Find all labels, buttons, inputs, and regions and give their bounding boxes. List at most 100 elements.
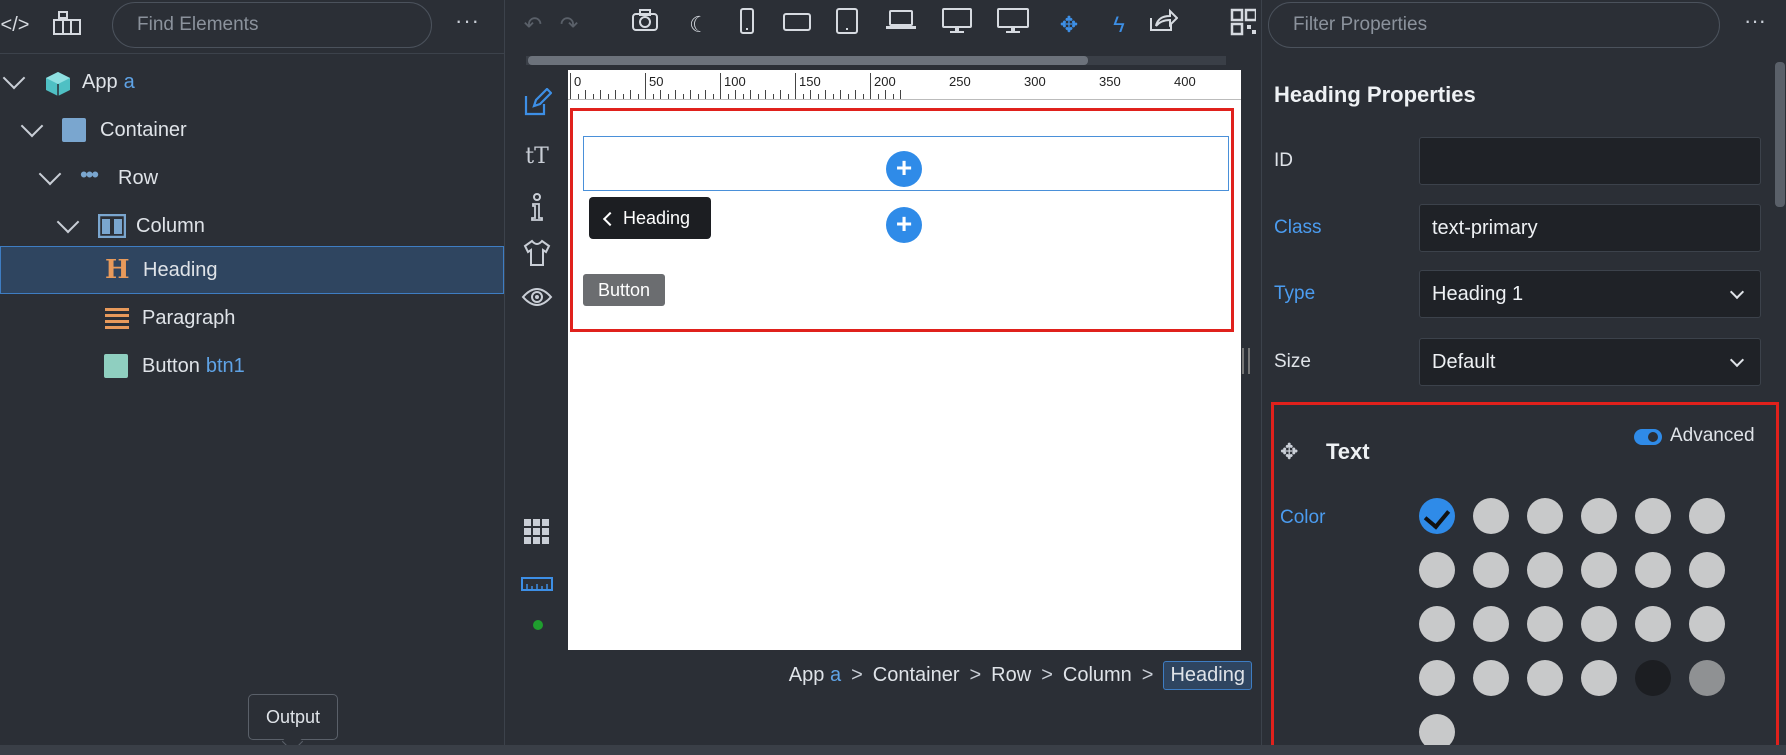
tree-item-row[interactable]: ••• Row — [0, 154, 504, 202]
horizontal-scrollbar[interactable] — [512, 53, 1260, 67]
camera-icon[interactable] — [628, 8, 662, 42]
components-icon[interactable] — [52, 10, 82, 40]
ruler-tick — [817, 94, 819, 99]
selected-container-outline[interactable]: + + Heading Button — [570, 108, 1234, 332]
canvas-button[interactable]: Button — [583, 274, 665, 306]
phone-landscape-icon[interactable] — [780, 8, 814, 42]
grid-icon[interactable] — [520, 518, 554, 552]
ruler-icon[interactable] — [520, 568, 554, 602]
color-swatch[interactable] — [1473, 660, 1509, 696]
chevron-down-icon[interactable] — [20, 114, 44, 138]
edit-icon[interactable] — [520, 87, 554, 122]
typography-icon[interactable]: tT — [520, 140, 554, 174]
redo-icon[interactable]: ↷ — [552, 8, 586, 42]
lightning-icon[interactable]: ϟ — [1102, 8, 1136, 42]
move-handle-icon[interactable]: ✥ — [1280, 439, 1298, 465]
chevron-down-icon[interactable] — [56, 210, 80, 234]
tablet-icon[interactable] — [830, 8, 864, 42]
color-swatch[interactable] — [1581, 606, 1617, 642]
color-swatch[interactable] — [1527, 606, 1563, 642]
eye-icon[interactable] — [520, 284, 554, 318]
resize-handle[interactable] — [1242, 348, 1250, 374]
output-tooltip[interactable]: Output — [248, 694, 338, 740]
color-swatch[interactable] — [1689, 552, 1725, 588]
filter-properties-input[interactable] — [1268, 2, 1720, 48]
color-swatch[interactable] — [1473, 552, 1509, 588]
chevron-down-icon — [1729, 352, 1745, 368]
bottom-scrollbar[interactable] — [0, 745, 1786, 755]
chevron-down-icon[interactable] — [2, 66, 26, 90]
ruler-tick — [825, 90, 826, 99]
size-select[interactable]: Default — [1419, 338, 1761, 386]
id-field[interactable] — [1419, 137, 1761, 185]
chevron-down-icon[interactable] — [38, 162, 62, 186]
tree-item-heading[interactable]: H Heading — [0, 246, 504, 294]
properties-scrollbar[interactable] — [1775, 62, 1785, 207]
button-icon — [104, 354, 128, 378]
class-field[interactable]: text-primary — [1419, 204, 1761, 252]
color-swatch[interactable] — [1689, 606, 1725, 642]
color-swatch[interactable] — [1689, 498, 1725, 534]
find-elements-input[interactable] — [112, 2, 432, 48]
breadcrumb-item-app[interactable]: App a — [789, 664, 841, 687]
color-swatch[interactable] — [1419, 606, 1455, 642]
phone-portrait-icon[interactable] — [730, 8, 764, 42]
tree-item-paragraph[interactable]: Paragraph — [0, 294, 504, 342]
add-element-button[interactable]: + — [886, 151, 922, 187]
tree-item-column[interactable]: Column — [0, 202, 504, 250]
qr-code-icon[interactable] — [1230, 8, 1256, 42]
color-swatch[interactable] — [1635, 606, 1671, 642]
advanced-toggle[interactable] — [1634, 429, 1662, 445]
code-icon[interactable]: </> — [0, 10, 30, 40]
color-swatch[interactable] — [1473, 606, 1509, 642]
more-options-icon[interactable]: ··· — [1744, 8, 1766, 34]
color-swatch[interactable] — [1527, 552, 1563, 588]
type-label[interactable]: Type — [1274, 283, 1315, 305]
class-label[interactable]: Class — [1274, 217, 1322, 239]
style-shirt-icon[interactable] — [520, 238, 554, 272]
color-swatch[interactable] — [1473, 498, 1509, 534]
scrollbar-thumb[interactable] — [528, 56, 1088, 65]
ruler-label: 0 — [574, 74, 582, 89]
breadcrumb-item-column[interactable]: Column — [1063, 664, 1132, 687]
color-swatch[interactable] — [1527, 660, 1563, 696]
color-swatch-selected[interactable] — [1419, 498, 1455, 534]
tree-item-button[interactable]: Button btn1 — [0, 342, 504, 390]
move-arrows-icon[interactable]: ✥ — [1052, 8, 1086, 42]
color-swatch[interactable] — [1419, 552, 1455, 588]
heading-chip-label: Heading — [623, 208, 691, 228]
breadcrumb-item-heading[interactable]: Heading — [1163, 660, 1252, 690]
color-swatch[interactable] — [1527, 498, 1563, 534]
color-swatch[interactable] — [1635, 552, 1671, 588]
ruler-label: 50 — [649, 74, 664, 89]
more-options-icon[interactable]: ··· — [455, 8, 480, 34]
ruler-tick — [615, 90, 616, 99]
heading-chip[interactable]: Heading — [589, 197, 711, 239]
undo-icon[interactable]: ↶ — [516, 8, 550, 42]
dark-mode-icon[interactable]: ☾ — [682, 8, 716, 42]
color-swatch[interactable] — [1635, 660, 1671, 696]
ruler-tick — [772, 94, 774, 99]
laptop-icon[interactable] — [884, 8, 918, 42]
add-element-button[interactable]: + — [886, 207, 922, 243]
desktop-icon[interactable] — [940, 8, 974, 42]
color-swatch[interactable] — [1689, 660, 1725, 696]
color-swatch[interactable] — [1581, 552, 1617, 588]
ruler-tick — [750, 90, 751, 99]
breadcrumb-item-container[interactable]: Container — [873, 664, 960, 687]
design-canvas[interactable]: + + Heading Button — [568, 100, 1241, 650]
color-swatch[interactable] — [1635, 498, 1671, 534]
color-swatch[interactable] — [1419, 660, 1455, 696]
tree-item-container[interactable]: Container — [0, 106, 504, 154]
tree-item-app[interactable]: App a — [0, 58, 504, 106]
ruler-tick — [645, 73, 646, 99]
size-value: Default — [1432, 351, 1496, 373]
info-icon[interactable] — [520, 192, 554, 226]
wide-desktop-icon[interactable] — [996, 8, 1030, 42]
color-swatch[interactable] — [1581, 660, 1617, 696]
share-icon[interactable] — [1146, 8, 1180, 42]
color-swatch[interactable] — [1581, 498, 1617, 534]
elements-panel: </> ··· App a Container — [0, 0, 505, 755]
type-select[interactable]: Heading 1 — [1419, 270, 1761, 318]
breadcrumb-item-row[interactable]: Row — [991, 664, 1031, 687]
